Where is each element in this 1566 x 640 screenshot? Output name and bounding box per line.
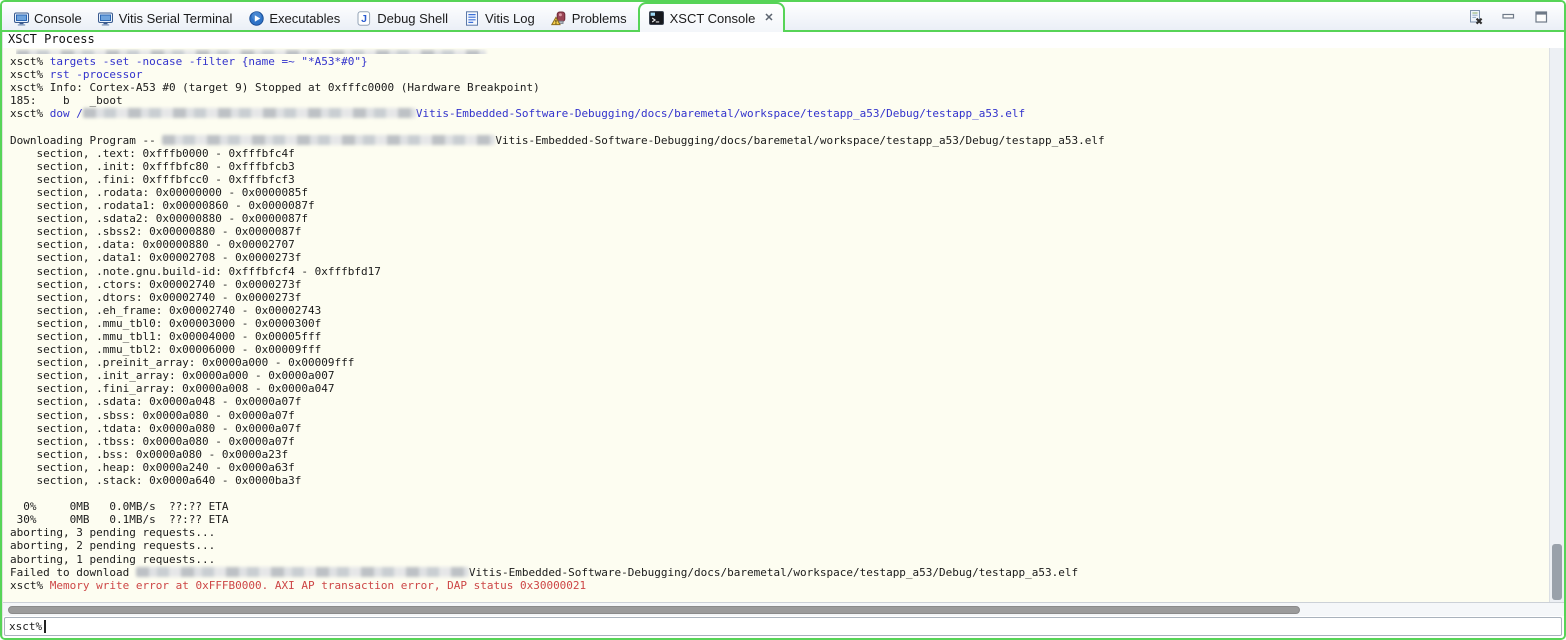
view-tab-bar: Console Vitis Serial Terminal Executable… [2, 2, 1564, 32]
console-line: aborting, 2 pending requests... [10, 539, 1549, 552]
maximize-icon[interactable] [1532, 9, 1550, 26]
svg-text:J: J [361, 13, 367, 25]
console-line: section, .heap: 0x0000a240 - 0x0000a63f [10, 461, 1549, 474]
console-line: section, .ctors: 0x00002740 - 0x0000273f [10, 278, 1549, 291]
vertical-scrollbar[interactable] [1549, 48, 1564, 602]
console-line: aborting, 3 pending requests... [10, 526, 1549, 539]
xsct-console-view: Console Vitis Serial Terminal Executable… [0, 0, 1566, 640]
tab-label: Vitis Serial Terminal [119, 11, 233, 26]
console-line: xsct% dow /Vitis-Embedded-Software-Debug… [10, 107, 1549, 120]
redacted-path [136, 567, 469, 577]
console-line: section, .bss: 0x0000a080 - 0x0000a23f [10, 448, 1549, 461]
console-line: section, .fini: 0xfffbfcc0 - 0xfffbfcf3 [10, 173, 1549, 186]
console-line: section, .init: 0xfffbfc80 - 0xfffbfcb3 [10, 160, 1549, 173]
console-view-content: XSCT Process xsct% targets -set -nocase … [2, 32, 1564, 638]
console-line: section, .tdata: 0x0000a080 - 0x0000a07f [10, 422, 1549, 435]
partial-line-redaction [16, 50, 486, 54]
vitis-log-icon [464, 11, 480, 27]
remove-console-icon[interactable] [1466, 9, 1484, 26]
console-line [10, 120, 1549, 133]
debug-shell-icon: J [356, 11, 372, 27]
tab-vitis-log[interactable]: Vitis Log [456, 5, 543, 32]
console-line: Failed to download Vitis-Embedded-Softwa… [10, 566, 1549, 579]
console-line: section, .mmu_tbl1: 0x00004000 - 0x00005… [10, 330, 1549, 343]
console-line: section, .rodata1: 0x00000860 - 0x000008… [10, 199, 1549, 212]
xsct-terminal-icon [649, 10, 665, 26]
tab-label: Vitis Log [485, 11, 535, 26]
console-line: xsct% Memory write error at 0xFFFB0000. … [10, 579, 1549, 592]
console-line: section, .mmu_tbl2: 0x00006000 - 0x00009… [10, 343, 1549, 356]
tab-label: Problems [572, 11, 627, 26]
console-line: section, .sdata: 0x0000a048 - 0x0000a07f [10, 395, 1549, 408]
console-line: section, .stack: 0x0000a640 - 0x0000ba3f [10, 474, 1549, 487]
console-monitor-icon [13, 11, 29, 27]
executables-icon [248, 11, 264, 27]
vertical-scrollbar-thumb[interactable] [1552, 544, 1562, 600]
console-line: section, .sdata2: 0x00000880 - 0x0000087… [10, 212, 1549, 225]
redacted-path [162, 135, 495, 145]
tab-problems[interactable]: Problems [543, 5, 635, 32]
command-input-row: xsct% [3, 616, 1564, 638]
tab-console[interactable]: Console [5, 5, 90, 32]
console-line: section, .init_array: 0x0000a000 - 0x000… [10, 369, 1549, 382]
console-line: section, .fini_array: 0x0000a008 - 0x000… [10, 382, 1549, 395]
tab-label: Executables [269, 11, 340, 26]
console-line: section, .sbss: 0x0000a080 - 0x0000a07f [10, 409, 1549, 422]
problems-icon [551, 11, 567, 27]
console-line: xsct% targets -set -nocase -filter {name… [10, 55, 1549, 68]
partial-scrolled-line [16, 49, 1549, 54]
console-line: aborting, 1 pending requests... [10, 553, 1549, 566]
console-line: section, .preinit_array: 0x0000a000 - 0x… [10, 356, 1549, 369]
text-cursor [44, 620, 46, 633]
tab-xsct-console[interactable]: XSCT Console ✕ [638, 2, 785, 32]
redacted-path [83, 108, 416, 118]
console-line: section, .eh_frame: 0x00002740 - 0x00002… [10, 304, 1549, 317]
command-input[interactable]: xsct% [4, 617, 1562, 636]
console-line: 0% 0MB 0.0MB/s ??:?? ETA [10, 500, 1549, 513]
console-line: xsct% Info: Cortex-A53 #0 (target 9) Sto… [10, 81, 1549, 94]
console-line: section, .data1: 0x00002708 - 0x0000273f [10, 251, 1549, 264]
console-line [10, 487, 1549, 500]
input-prompt: xsct% [9, 620, 42, 633]
console-line: section, .rodata: 0x00000000 - 0x0000085… [10, 186, 1549, 199]
console-line: section, .mmu_tbl0: 0x00003000 - 0x00003… [10, 317, 1549, 330]
serial-terminal-icon [98, 11, 114, 27]
console-line: xsct% rst -processor [10, 68, 1549, 81]
console-line: Downloading Program -- Vitis-Embedded-So… [10, 134, 1549, 147]
console-area[interactable]: xsct% targets -set -nocase -filter {name… [3, 48, 1564, 602]
view-toolbar [1466, 9, 1564, 26]
tab-executables[interactable]: Executables [240, 5, 348, 32]
process-label: XSCT Process [3, 32, 1564, 48]
console-line: 185: b _boot [10, 94, 1549, 107]
tab-label: Console [34, 11, 82, 26]
tab-close-icon[interactable]: ✕ [764, 13, 773, 24]
tab-debug-shell[interactable]: J Debug Shell [348, 5, 456, 32]
horizontal-scrollbar-thumb[interactable] [8, 606, 1300, 614]
minimize-icon[interactable] [1499, 9, 1517, 26]
console-line: 30% 0MB 0.1MB/s ??:?? ETA [10, 513, 1549, 526]
tab-label: XSCT Console [670, 11, 756, 26]
console-line: section, .dtors: 0x00002740 - 0x0000273f [10, 291, 1549, 304]
horizontal-scrollbar[interactable] [3, 602, 1564, 616]
tab-label: Debug Shell [377, 11, 448, 26]
console-line: section, .note.gnu.build-id: 0xfffbfcf4 … [10, 265, 1549, 278]
tab-vitis-serial-terminal[interactable]: Vitis Serial Terminal [90, 5, 241, 32]
console-line: section, .sbss2: 0x00000880 - 0x0000087f [10, 225, 1549, 238]
console-line: section, .text: 0xfffb0000 - 0xfffbfc4f [10, 147, 1549, 160]
console-output: xsct% targets -set -nocase -filter {name… [3, 48, 1549, 602]
console-line: section, .data: 0x00000880 - 0x00002707 [10, 238, 1549, 251]
console-line: section, .tbss: 0x0000a080 - 0x0000a07f [10, 435, 1549, 448]
